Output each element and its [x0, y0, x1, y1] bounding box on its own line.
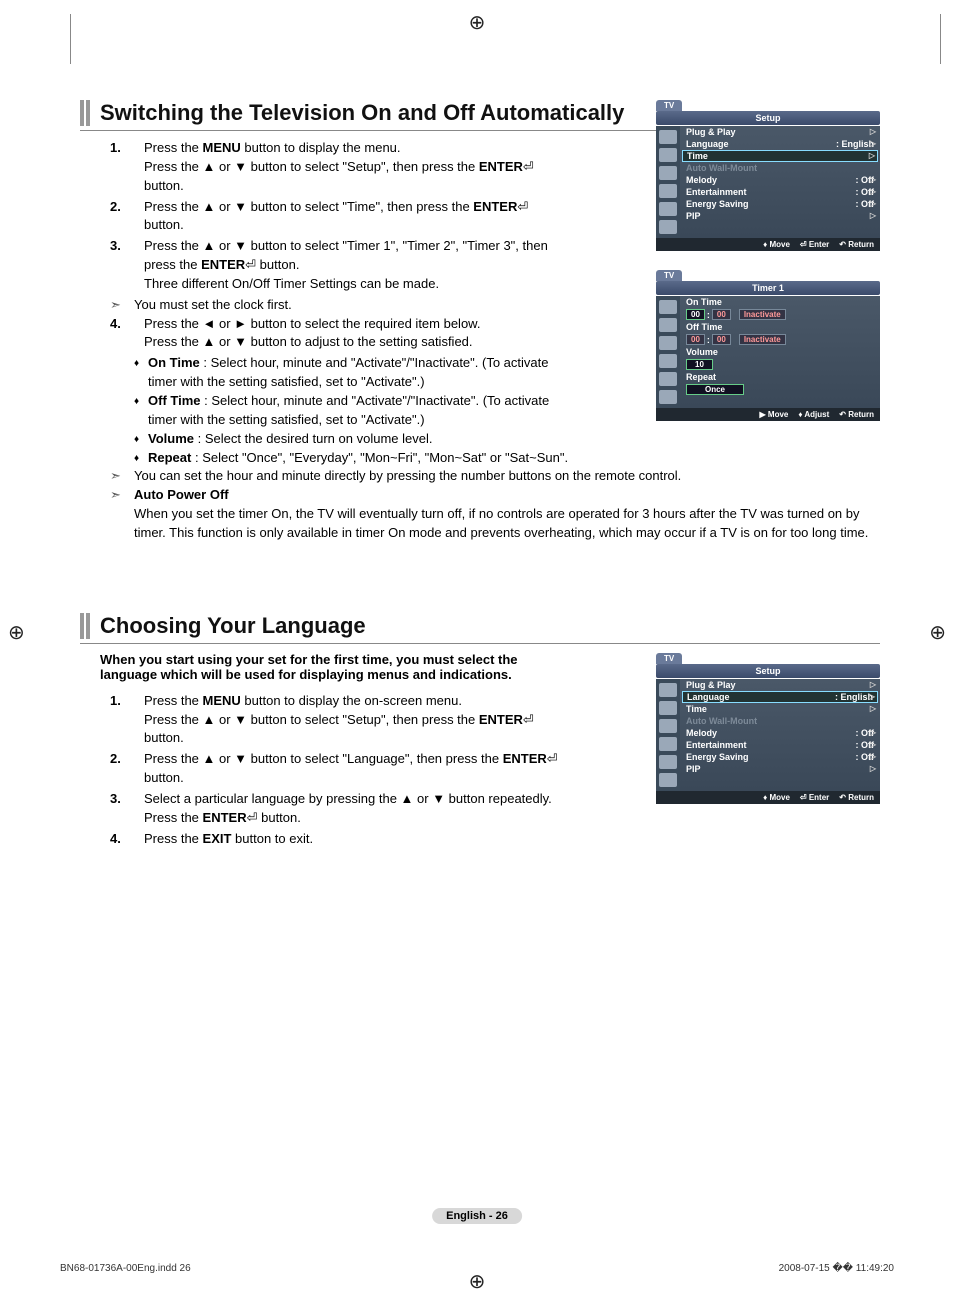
s2-step-2: 2. Press the ▲ or ▼ button to select "La…: [110, 750, 570, 788]
osd-enter: ⏎ Enter: [800, 240, 829, 249]
enter-icon: ⏎: [245, 257, 260, 272]
osd-icon: [659, 130, 677, 144]
section2-intro: When you start using your set for the fi…: [100, 652, 530, 682]
enter-icon: ⏎: [523, 712, 534, 727]
page-footer: BN68-01736A-00Eng.indd 26 2008-07-15 �� …: [60, 1263, 894, 1274]
enter-icon: ⏎: [547, 751, 558, 766]
osd-icon: [659, 184, 677, 198]
bullet-offtime: Off Time : Select hour, minute and "Acti…: [134, 392, 550, 430]
enter-icon: ⏎: [523, 159, 534, 174]
note-direct: You can set the hour and minute directly…: [110, 467, 880, 486]
enter-icon: ⏎: [517, 199, 528, 214]
osd-icon: [659, 202, 677, 216]
step-3: 3. Press the ▲ or ▼ button to select "Ti…: [110, 237, 550, 294]
osd-return: ↶ Return: [839, 240, 874, 249]
s2-step-3: 3. Select a particular language by press…: [110, 790, 570, 828]
register-mark-left: ⊕: [8, 620, 25, 645]
note-apo: Auto Power Off When you set the timer On…: [110, 486, 880, 543]
bullet-repeat: Repeat : Select "Once", "Everyday", "Mon…: [134, 449, 880, 468]
osd-icon: [659, 166, 677, 180]
section2-title: Choosing Your Language: [80, 613, 880, 644]
footer-timestamp: 2008-07-15 �� 11:49:20: [779, 1263, 894, 1274]
s2-step-1: 1. Press the MENU button to display the …: [110, 692, 570, 749]
osd-setup-language: TV Setup Plug & Play▷ Language: English▷…: [656, 653, 880, 804]
osd-timer1: TV Timer 1 On Time 00:00Inactivate Off T…: [656, 270, 880, 421]
register-mark-top: ⊕: [469, 10, 486, 35]
osd-move: ♦ Move: [763, 240, 790, 249]
note-clock: You must set the clock first.: [110, 296, 550, 315]
step-2: 2. Press the ▲ or ▼ button to select "Ti…: [110, 198, 550, 236]
enter-icon: ⏎: [247, 810, 262, 825]
step-4: 4. Press the ◄ or ► button to select the…: [110, 315, 550, 353]
osd-setup-time: TV Setup Plug & Play▷ Language: English▷…: [656, 100, 880, 251]
osd-icon: [659, 220, 677, 234]
register-mark-right: ⊕: [929, 620, 946, 645]
bullet-ontime: On Time : Select hour, minute and "Activ…: [134, 354, 550, 392]
osd-icon: [659, 148, 677, 162]
bullet-volume: Volume : Select the desired turn on volu…: [134, 430, 550, 449]
page-number: English - 26: [432, 1208, 522, 1224]
s2-step-4: 4. Press the EXIT button to exit.: [110, 830, 880, 849]
step-1: 1. Press the MENU button to display the …: [110, 139, 550, 196]
footer-file: BN68-01736A-00Eng.indd 26: [60, 1263, 191, 1274]
